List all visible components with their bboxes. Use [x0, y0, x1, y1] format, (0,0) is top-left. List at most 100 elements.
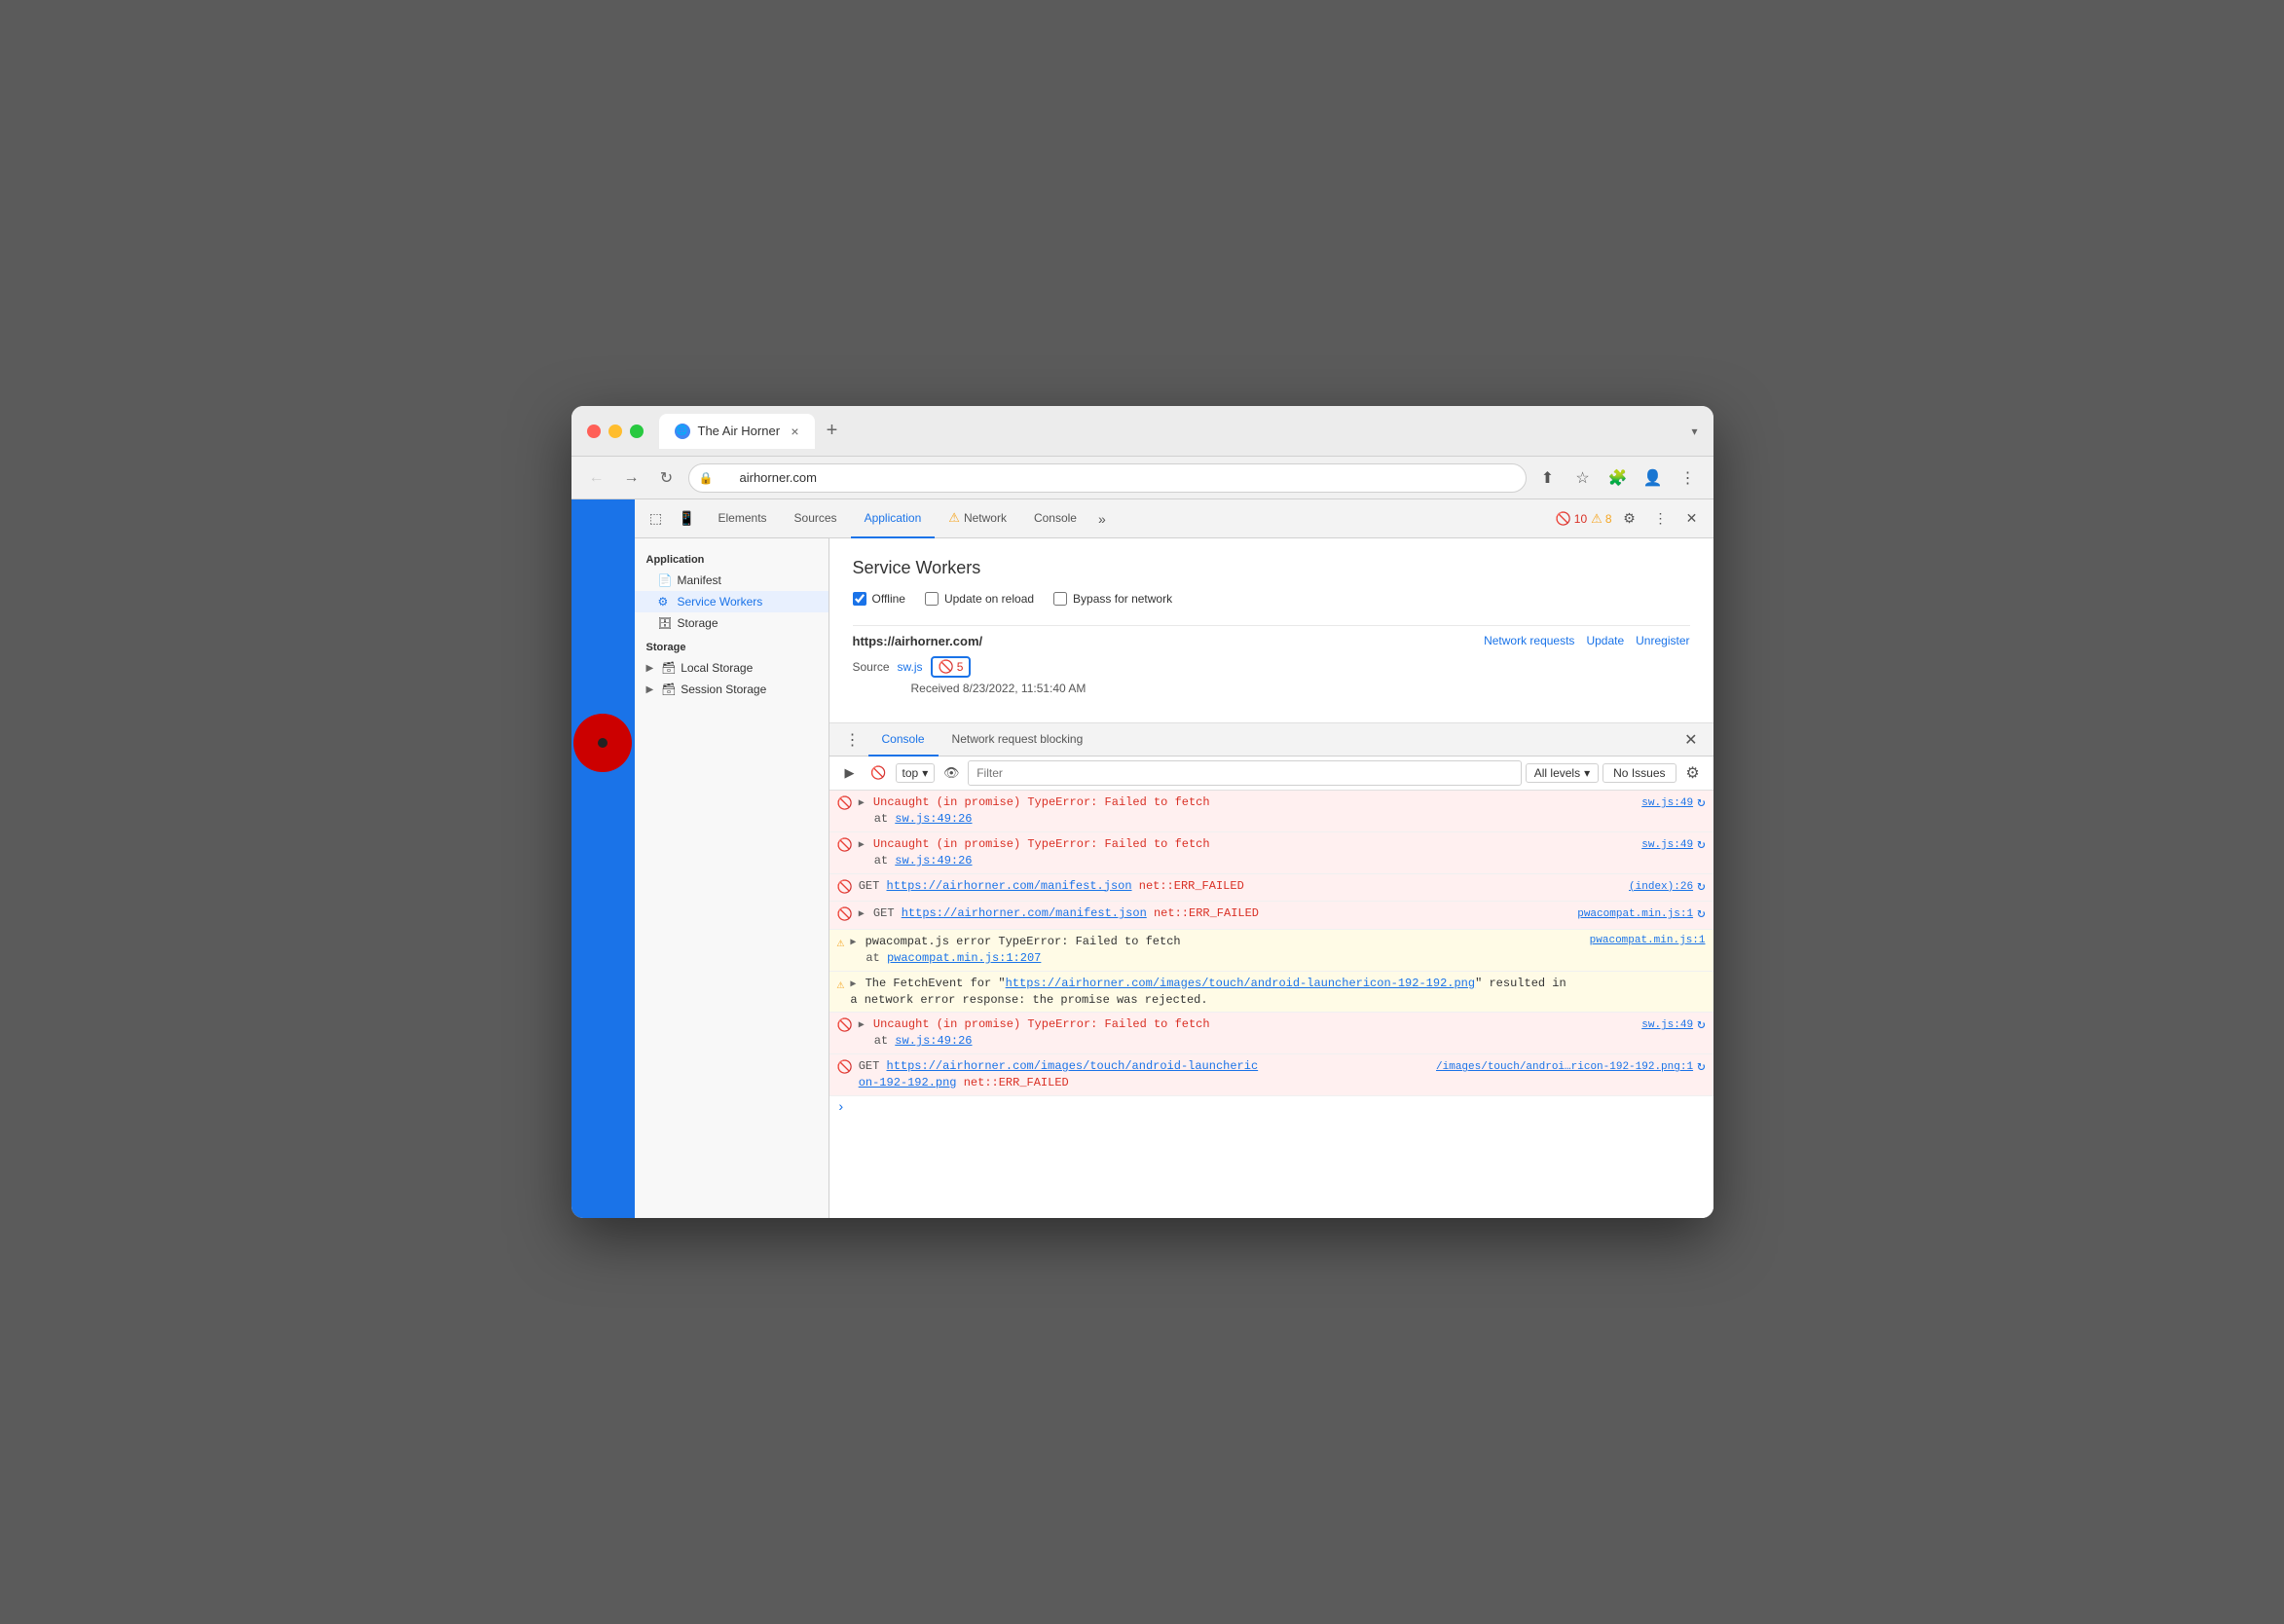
fetch-event-link[interactable]: https://airhorner.com/images/touch/andro…	[1006, 977, 1475, 990]
share-icon[interactable]: ⬆	[1534, 464, 1562, 492]
expand-arrow[interactable]: ▶	[859, 909, 865, 920]
warning-count-badge[interactable]: ⚠ 8	[1591, 511, 1611, 527]
browser-tab[interactable]: 🌐 The Air Horner ×	[659, 414, 815, 449]
source-file-link[interactable]: pwacompat.min.js:1	[1590, 934, 1706, 948]
console-dots-menu[interactable]: ⋮	[837, 730, 868, 750]
more-tabs-button[interactable]: »	[1090, 507, 1114, 531]
sidebar-item-manifest[interactable]: 📄 Manifest	[635, 570, 829, 591]
console-play-button[interactable]: ▶	[837, 760, 863, 786]
tab-sources[interactable]: Sources	[781, 499, 851, 538]
more-menu-icon[interactable]: ⋮	[1675, 464, 1702, 492]
sidebar-application-section: Application	[635, 546, 829, 570]
source-file-link[interactable]: sw.js:49	[1641, 838, 1693, 853]
console-close-button[interactable]: ✕	[1676, 726, 1705, 754]
air-horn-button[interactable]	[573, 714, 632, 772]
level-selector[interactable]: All levels ▾	[1526, 763, 1599, 783]
update-on-reload-checkbox-label[interactable]: Update on reload	[925, 592, 1034, 606]
tab-title: The Air Horner	[698, 424, 784, 438]
sw-error-badge[interactable]: 🚫 5	[931, 656, 972, 678]
refresh-icon[interactable]: ↻	[1697, 1016, 1705, 1036]
refresh-icon[interactable]: ↻	[1697, 905, 1705, 925]
tab-application[interactable]: Application	[851, 499, 936, 538]
console-message-row: 🚫 ▶ Uncaught (in promise) TypeError: Fai…	[829, 832, 1713, 874]
expand-arrow[interactable]: ▶	[850, 938, 856, 948]
console-prompt: ›	[829, 1096, 1713, 1120]
console-eye-button[interactable]: 👁	[939, 760, 964, 786]
console-settings-icon[interactable]: ⚙	[1680, 760, 1706, 786]
bookmark-icon[interactable]: ☆	[1569, 464, 1597, 492]
tab-elements[interactable]: Elements	[705, 499, 781, 538]
expand-arrow[interactable]: ▶	[859, 798, 865, 809]
message-source: sw.js:49 ↻	[1641, 794, 1705, 814]
update-link[interactable]: Update	[1586, 634, 1624, 647]
bypass-network-checkbox[interactable]	[1053, 592, 1067, 606]
new-tab-button[interactable]: +	[819, 418, 846, 445]
settings-icon[interactable]: ⚙	[1616, 505, 1643, 533]
manifest-link[interactable]: https://airhorner.com/manifest.json	[887, 879, 1132, 893]
devtools-inspect-button[interactable]: ⬚	[643, 505, 670, 533]
source-file-link[interactable]: sw.js:49	[1641, 1018, 1693, 1033]
network-requests-link[interactable]: Network requests	[1484, 634, 1574, 647]
bypass-network-checkbox-label[interactable]: Bypass for network	[1053, 592, 1172, 606]
update-on-reload-checkbox[interactable]	[925, 592, 939, 606]
offline-label: Offline	[872, 592, 905, 606]
refresh-icon[interactable]: ↻	[1697, 836, 1705, 856]
tab-network[interactable]: ⚠ Network	[935, 499, 1020, 538]
tab-close-button[interactable]: ×	[791, 424, 798, 439]
extension-icon[interactable]: 🧩	[1604, 464, 1632, 492]
expand-arrow[interactable]: ▶	[859, 1020, 865, 1031]
tab-menu-button[interactable]: ▾	[1691, 424, 1697, 438]
console-filter-input[interactable]	[968, 760, 1522, 786]
devtools-more-icon[interactable]: ⋮	[1647, 505, 1675, 533]
sw-entry-actions: Network requests Update Unregister	[1484, 634, 1689, 647]
source-link[interactable]: sw.js:49:26	[895, 812, 972, 826]
maximize-traffic-light[interactable]	[630, 424, 644, 438]
source-link[interactable]: pwacompat.min.js:1:207	[887, 951, 1041, 965]
console-tab[interactable]: Console	[868, 723, 939, 757]
sidebar-item-storage[interactable]: 🗄 Storage	[635, 612, 829, 634]
profile-icon[interactable]: 👤	[1639, 464, 1667, 492]
offline-checkbox[interactable]	[853, 592, 866, 606]
network-blocking-tab[interactable]: Network request blocking	[939, 723, 1097, 757]
devtools-close-icon[interactable]: ✕	[1678, 505, 1706, 533]
refresh-icon[interactable]: ↻	[1697, 794, 1705, 814]
level-value: All levels	[1534, 766, 1580, 780]
expand-arrow[interactable]: ▶	[850, 979, 856, 990]
refresh-icon[interactable]: ↻	[1697, 878, 1705, 898]
tab-console[interactable]: Console	[1020, 499, 1090, 538]
no-issues-button[interactable]: No Issues	[1602, 763, 1676, 783]
back-button[interactable]: ←	[583, 464, 610, 492]
local-storage-expand-arrow: ▶	[646, 663, 654, 674]
sidebar-item-session-storage[interactable]: ▶ 🗃 Session Storage	[635, 679, 829, 700]
reload-button[interactable]: ↻	[653, 464, 681, 492]
offline-checkbox-label[interactable]: Offline	[853, 592, 905, 606]
expand-arrow[interactable]: ▶	[859, 840, 865, 851]
close-traffic-light[interactable]	[587, 424, 601, 438]
manifest-link2[interactable]: https://airhorner.com/manifest.json	[902, 906, 1147, 920]
context-selector[interactable]: top ▾	[896, 763, 936, 783]
message-content: ▶ Uncaught (in promise) TypeError: Faile…	[859, 1016, 1637, 1050]
unregister-link[interactable]: Unregister	[1636, 634, 1689, 647]
sidebar-item-service-workers[interactable]: ⚙ Service Workers	[635, 591, 829, 612]
network-warning-icon: ⚠	[948, 510, 960, 526]
sw-source-file-link[interactable]: sw.js	[898, 660, 923, 674]
lock-icon: 🔒	[699, 471, 714, 485]
source-file-link[interactable]: (index):26	[1629, 880, 1693, 895]
source-file-link[interactable]: pwacompat.min.js:1	[1577, 907, 1693, 922]
source-file-link[interactable]: /images/touch/androi…ricon-192-192.png:1	[1436, 1060, 1693, 1075]
sw-received: Received 8/23/2022, 11:51:40 AM	[853, 682, 1485, 695]
message-source: sw.js:49 ↻	[1641, 1016, 1705, 1036]
source-link[interactable]: sw.js:49:26	[895, 854, 972, 867]
source-link[interactable]: sw.js:49:26	[895, 1034, 972, 1048]
devtools-device-button[interactable]: 📱	[674, 505, 701, 533]
error-count-badge[interactable]: 🚫 10	[1556, 511, 1588, 527]
forward-button[interactable]: →	[618, 464, 645, 492]
minimize-traffic-light[interactable]	[608, 424, 622, 438]
source-file-link[interactable]: sw.js:49	[1641, 796, 1693, 811]
console-block-button[interactable]: 🚫	[866, 760, 892, 786]
air-horn-center	[598, 738, 608, 748]
message-content: ▶ GET https://airhorner.com/manifest.jso…	[859, 905, 1572, 922]
devtools-sidebar: Application 📄 Manifest ⚙ Service Workers…	[635, 538, 829, 1218]
refresh-icon[interactable]: ↻	[1697, 1058, 1705, 1078]
sidebar-item-local-storage[interactable]: ▶ 🗃 Local Storage	[635, 657, 829, 679]
